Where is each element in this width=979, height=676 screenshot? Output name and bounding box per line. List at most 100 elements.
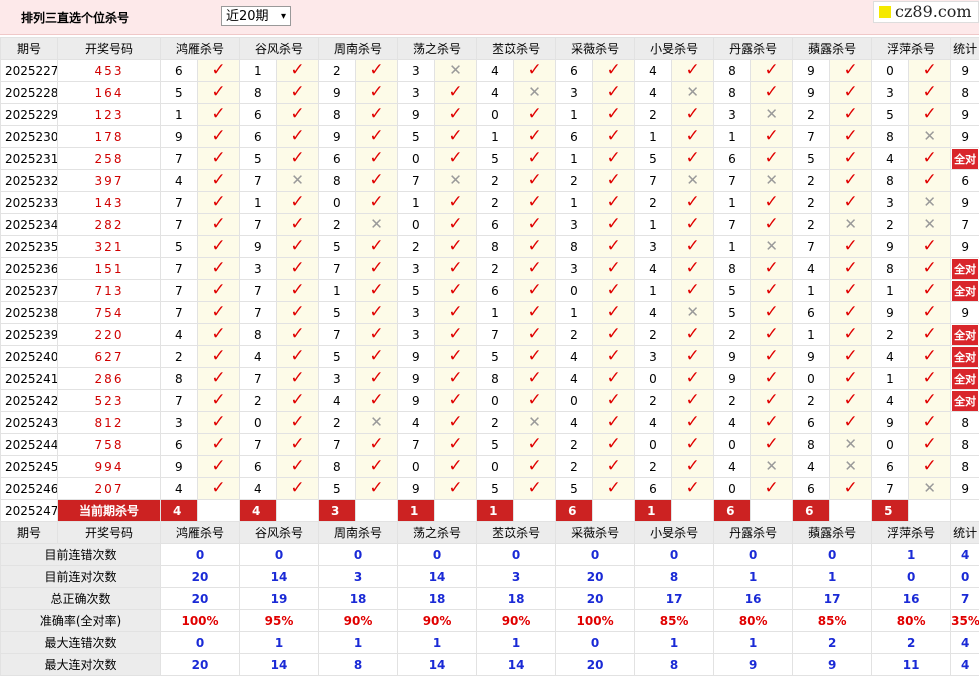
correct-mark-cell: ✓ bbox=[435, 412, 477, 434]
stat-value: 9 bbox=[961, 240, 969, 254]
check-icon: ✓ bbox=[844, 236, 858, 256]
kill-number-cell: 3 bbox=[872, 82, 909, 104]
wrong-mark-cell: ✕ bbox=[751, 104, 793, 126]
period-select[interactable]: 近20期 ▾ bbox=[221, 6, 291, 26]
kill-number-cell: 7 bbox=[398, 434, 435, 456]
check-icon: ✓ bbox=[527, 148, 541, 168]
kill-number-cell: 1 bbox=[793, 324, 830, 346]
stat-value: 85% bbox=[793, 610, 872, 632]
check-icon: ✓ bbox=[448, 148, 462, 168]
kill-number-cell: 2 bbox=[477, 192, 514, 214]
correct-mark-cell: ✓ bbox=[751, 148, 793, 170]
kill-number-cell: 6 bbox=[556, 126, 593, 148]
kill-number-cell: 5 bbox=[398, 126, 435, 148]
correct-mark-cell: ✓ bbox=[672, 126, 714, 148]
kill-number-cell: 2 bbox=[161, 346, 198, 368]
winning-numbers-cell: 397 bbox=[58, 170, 161, 192]
current-stat-cell bbox=[951, 500, 979, 522]
kill-number-cell: 4 bbox=[556, 346, 593, 368]
correct-mark-cell: ✓ bbox=[751, 126, 793, 148]
check-icon: ✓ bbox=[369, 236, 383, 256]
check-icon: ✓ bbox=[844, 60, 858, 80]
cross-icon: ✕ bbox=[923, 479, 936, 497]
current-kill-number: 6 bbox=[793, 500, 830, 522]
check-icon: ✓ bbox=[527, 104, 541, 124]
check-icon: ✓ bbox=[211, 60, 225, 80]
sub-header-row: 期号开奖号码鸿雁杀号谷风杀号周南杀号荡之杀号苤苡杀号采薇杀号小旻杀号丹露杀号蘋露… bbox=[1, 522, 979, 544]
wrong-mark-cell: ✕ bbox=[830, 214, 872, 236]
wrong-mark-cell: ✕ bbox=[909, 126, 951, 148]
check-icon: ✓ bbox=[685, 258, 699, 278]
kill-number-cell: 8 bbox=[872, 170, 909, 192]
kill-number-cell: 9 bbox=[240, 236, 277, 258]
correct-mark-cell: ✓ bbox=[514, 434, 556, 456]
table-row: 20252387547✓7✓5✓3✓1✓1✓4✕5✓6✓9✓9 bbox=[1, 302, 979, 324]
kill-number-cell: 5 bbox=[872, 104, 909, 126]
stat-cell: 9 bbox=[951, 60, 979, 82]
kill-number-cell: 1 bbox=[635, 214, 672, 236]
kill-number-cell: 7 bbox=[161, 258, 198, 280]
correct-mark-cell: ✓ bbox=[356, 148, 398, 170]
stat-value: 1 bbox=[793, 566, 872, 588]
check-icon: ✓ bbox=[527, 390, 541, 410]
correct-mark-cell: ✓ bbox=[593, 324, 635, 346]
check-icon: ✓ bbox=[764, 82, 778, 102]
check-icon: ✓ bbox=[290, 82, 304, 102]
kill-number-table: 期号开奖号码鸿雁杀号谷风杀号周南杀号荡之杀号苤苡杀号采薇杀号小旻杀号丹露杀号蘋露… bbox=[0, 37, 979, 676]
correct-mark-cell: ✓ bbox=[751, 258, 793, 280]
check-icon: ✓ bbox=[764, 390, 778, 410]
kill-number-cell: 8 bbox=[319, 456, 356, 478]
kill-number-cell: 5 bbox=[319, 302, 356, 324]
column-header: 期号 bbox=[1, 38, 58, 60]
kill-number-cell: 8 bbox=[240, 82, 277, 104]
correct-mark-cell: ✓ bbox=[356, 126, 398, 148]
site-logo[interactable]: cz89.com bbox=[873, 1, 979, 23]
check-icon: ✓ bbox=[606, 126, 620, 146]
stat-cell: 全对 bbox=[951, 148, 979, 170]
correct-mark-cell: ✓ bbox=[435, 192, 477, 214]
kill-number-cell: 4 bbox=[714, 412, 751, 434]
logo-square-icon bbox=[879, 6, 891, 18]
cross-icon: ✕ bbox=[370, 413, 383, 431]
table-row: 20252377137✓7✓1✓5✓6✓0✓1✓5✓1✓1✓全对 bbox=[1, 280, 979, 302]
check-icon: ✓ bbox=[527, 214, 541, 234]
current-kill-number: 6 bbox=[556, 500, 593, 522]
correct-mark-cell: ✓ bbox=[672, 412, 714, 434]
check-icon: ✓ bbox=[369, 170, 383, 190]
chevron-down-icon: ▾ bbox=[281, 7, 286, 27]
kill-number-cell: 5 bbox=[556, 478, 593, 500]
stat-value: 8 bbox=[635, 566, 714, 588]
correct-mark-cell: ✓ bbox=[514, 60, 556, 82]
table-row: 20252438123✓0✓2✕4✓2✕4✓4✓4✓6✓9✓8 bbox=[1, 412, 979, 434]
all-correct-badge: 全对 bbox=[952, 281, 978, 301]
kill-number-cell: 2 bbox=[714, 324, 751, 346]
check-icon: ✓ bbox=[290, 324, 304, 344]
stat-value: 90% bbox=[319, 610, 398, 632]
kill-number-cell: 2 bbox=[477, 412, 514, 434]
stat-value: 18 bbox=[319, 588, 398, 610]
correct-mark-cell: ✓ bbox=[277, 236, 319, 258]
correct-mark-cell: ✓ bbox=[514, 148, 556, 170]
check-icon: ✓ bbox=[448, 324, 462, 344]
kill-number-cell: 4 bbox=[635, 302, 672, 324]
check-icon: ✓ bbox=[448, 412, 462, 432]
check-icon: ✓ bbox=[290, 280, 304, 300]
winning-numbers-cell: 178 bbox=[58, 126, 161, 148]
kill-number-cell: 2 bbox=[872, 214, 909, 236]
correct-mark-cell: ✓ bbox=[593, 82, 635, 104]
kill-number-cell: 7 bbox=[240, 214, 277, 236]
stat-value: 80% bbox=[872, 610, 951, 632]
kill-number-cell: 2 bbox=[319, 412, 356, 434]
column-header: 开奖号码 bbox=[58, 38, 161, 60]
correct-mark-cell: ✓ bbox=[514, 192, 556, 214]
page-title: 排列三直选个位杀号 bbox=[21, 9, 129, 26]
check-icon: ✓ bbox=[369, 434, 383, 454]
cross-icon: ✕ bbox=[370, 215, 383, 233]
correct-mark-cell: ✓ bbox=[830, 104, 872, 126]
column-header: 小旻杀号 bbox=[635, 38, 714, 60]
kill-number-cell: 3 bbox=[161, 412, 198, 434]
correct-mark-cell: ✓ bbox=[830, 148, 872, 170]
kill-number-cell: 2 bbox=[319, 214, 356, 236]
stat-total: 7 bbox=[951, 588, 979, 610]
check-icon: ✓ bbox=[527, 456, 541, 476]
